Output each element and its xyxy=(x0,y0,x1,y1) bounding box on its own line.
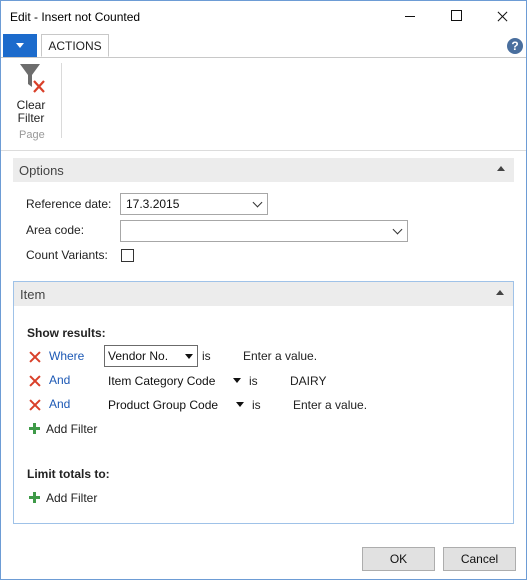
options-section: Options Reference date: 17.3.2015 Area c… xyxy=(13,158,514,268)
dialog-window: Edit - Insert not Counted ACTIONS ? Clea… xyxy=(0,0,527,580)
delete-filter-icon[interactable] xyxy=(29,399,41,411)
cancel-button[interactable]: Cancel xyxy=(443,547,516,571)
count-variants-label: Count Variants: xyxy=(26,248,108,262)
clear-filter-label-1: Clear xyxy=(16,98,46,112)
reference-date-field[interactable]: 17.3.2015 xyxy=(120,193,268,215)
show-results-label: Show results: xyxy=(27,326,106,340)
chevron-down-icon[interactable] xyxy=(252,197,263,208)
filter-operator: is xyxy=(252,398,261,412)
filter-value-input[interactable]: DAIRY xyxy=(290,374,326,388)
filter-conjunction: And xyxy=(49,397,71,411)
app-menu-button[interactable] xyxy=(3,34,37,57)
help-icon[interactable]: ? xyxy=(507,38,523,54)
add-filter-icon[interactable] xyxy=(29,423,40,434)
filter-field-select[interactable]: Vendor No. xyxy=(104,345,198,367)
reference-date-label: Reference date: xyxy=(26,197,112,211)
filter-operator: is xyxy=(202,349,211,363)
area-code-label: Area code: xyxy=(26,223,85,237)
delete-filter-icon[interactable] xyxy=(29,375,41,387)
title-bar: Edit - Insert not Counted xyxy=(1,1,526,32)
collapse-chevron-icon[interactable] xyxy=(497,166,505,171)
clear-filter-icon xyxy=(20,64,45,93)
filter-field-name[interactable]: Product Group Code xyxy=(108,398,218,412)
area-code-field[interactable] xyxy=(120,220,408,242)
ok-button[interactable]: OK xyxy=(362,547,435,571)
ribbon-group-divider xyxy=(61,63,62,138)
count-variants-checkbox[interactable] xyxy=(121,249,134,262)
collapse-chevron-icon[interactable] xyxy=(496,290,504,295)
filter-value-input[interactable]: Enter a value. xyxy=(293,398,367,412)
clear-filter-label-2: Filter xyxy=(17,111,45,125)
maximize-button[interactable] xyxy=(433,1,479,32)
add-limit-filter-link[interactable]: Add Filter xyxy=(46,491,97,505)
ribbon-divider xyxy=(1,150,526,151)
ribbon-group-page: Page xyxy=(19,129,45,141)
filter-field-name[interactable]: Item Category Code xyxy=(108,374,215,388)
options-title: Options xyxy=(19,163,64,178)
chevron-down-icon[interactable] xyxy=(236,402,244,407)
item-section: Item Show results: Where Vendor No. is E… xyxy=(13,281,514,524)
add-filter-icon[interactable] xyxy=(29,492,40,503)
window-title: Edit - Insert not Counted xyxy=(10,10,141,24)
filter-field-name: Vendor No. xyxy=(108,349,169,363)
item-header[interactable]: Item xyxy=(14,282,513,306)
filter-value-input[interactable]: Enter a value. xyxy=(243,349,317,363)
close-button[interactable] xyxy=(479,1,525,32)
filter-conjunction: And xyxy=(49,373,71,387)
filter-conjunction: Where xyxy=(49,349,85,363)
delete-filter-icon[interactable] xyxy=(29,351,41,363)
tab-actions[interactable]: ACTIONS xyxy=(41,34,109,57)
options-header[interactable]: Options xyxy=(13,158,514,182)
minimize-button[interactable] xyxy=(387,1,433,32)
chevron-down-icon[interactable] xyxy=(233,378,241,383)
filter-operator: is xyxy=(249,374,258,388)
clear-filter-button[interactable]: Clear Filter xyxy=(11,63,51,127)
reference-date-value: 17.3.2015 xyxy=(126,197,180,211)
limit-totals-label: Limit totals to: xyxy=(27,467,110,481)
item-title: Item xyxy=(20,287,46,302)
chevron-down-icon[interactable] xyxy=(185,354,193,359)
add-filter-link[interactable]: Add Filter xyxy=(46,422,97,436)
chevron-down-icon[interactable] xyxy=(392,224,403,235)
